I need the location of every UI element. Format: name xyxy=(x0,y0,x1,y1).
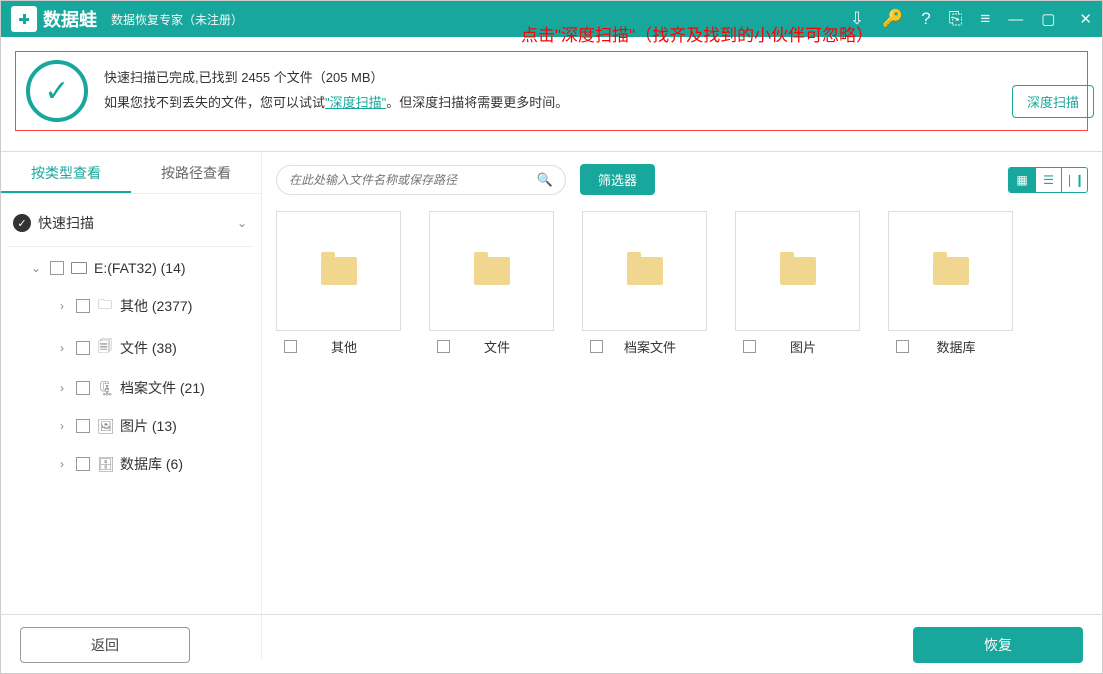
file-icon: 🗐 xyxy=(97,336,113,360)
chevron-down-icon[interactable]: ⌄ xyxy=(235,216,249,230)
tree-item-archives[interactable]: › 🗜 档案文件 (21) xyxy=(9,369,253,407)
recover-button[interactable]: 恢复 xyxy=(913,627,1083,663)
checkbox[interactable] xyxy=(50,261,64,275)
database-icon: 🗄 xyxy=(97,456,113,473)
tree-item-files[interactable]: › 🗐 文件 (38) xyxy=(9,327,253,369)
checkbox[interactable] xyxy=(590,340,603,353)
checkbox[interactable] xyxy=(76,299,90,313)
deep-scan-button[interactable]: 深度扫描 xyxy=(1012,85,1094,118)
tab-by-path[interactable]: 按路径查看 xyxy=(131,152,261,193)
close-icon[interactable]: ✕ xyxy=(1079,10,1092,28)
folder-thumbnail[interactable] xyxy=(735,211,860,331)
folder-grid: 其他 文件 档案文件 图片 数据库 xyxy=(276,211,1088,356)
chevron-right-icon[interactable]: › xyxy=(55,419,69,433)
file-tree: ✓ 快速扫描 ⌄ ⌄ E:(FAT32) (14) › 🗀 其他 (2377) … xyxy=(1,194,261,493)
folder-icon xyxy=(474,257,510,285)
tree-item-database[interactable]: › 🗄 数据库 (6) xyxy=(9,445,253,483)
search-box[interactable]: 🔍 xyxy=(276,165,566,195)
minimize-icon[interactable]: — xyxy=(1008,11,1023,28)
view-detail-icon[interactable]: ❘❙ xyxy=(1061,168,1087,192)
tree-quick-scan[interactable]: ✓ 快速扫描 ⌄ xyxy=(9,204,253,242)
folder-thumbnail[interactable] xyxy=(582,211,707,331)
help-icon[interactable]: ? xyxy=(921,9,930,29)
scan-summary-banner: ✓ 快速扫描已完成,已找到 2455 个文件（205 MB） 如果您找不到丢失的… xyxy=(15,51,1088,131)
folder-thumbnail[interactable] xyxy=(429,211,554,331)
titlebar-controls: ⇩ 🔑 ? ⎘ ≡ — ▢ ✕ xyxy=(850,9,1092,29)
toolbar: 🔍 筛选器 ▦ ☰ ❘❙ xyxy=(276,164,1088,195)
folder-icon xyxy=(627,257,663,285)
chevron-right-icon[interactable]: › xyxy=(55,381,69,395)
checkmark-icon: ✓ xyxy=(26,60,88,122)
chevron-right-icon[interactable]: › xyxy=(55,299,69,313)
checkbox[interactable] xyxy=(76,419,90,433)
folder-icon xyxy=(321,257,357,285)
scan-line1: 快速扫描已完成,已找到 2455 个文件（205 MB） xyxy=(104,66,1077,91)
folder-card[interactable]: 文件 xyxy=(429,211,554,356)
scan-summary-text: 快速扫描已完成,已找到 2455 个文件（205 MB） 如果您找不到丢失的文件… xyxy=(104,66,1077,115)
main-panel: 🔍 筛选器 ▦ ☰ ❘❙ 其他 文件 档案文件 xyxy=(261,151,1102,659)
checkbox[interactable] xyxy=(76,457,90,471)
folder-icon xyxy=(933,257,969,285)
search-icon[interactable]: 🔍 xyxy=(537,172,553,188)
view-list-icon[interactable]: ☰ xyxy=(1035,168,1061,192)
tab-by-type[interactable]: 按类型查看 xyxy=(1,152,131,193)
checkbox[interactable] xyxy=(76,381,90,395)
folder-icon xyxy=(780,257,816,285)
menu-icon[interactable]: ≡ xyxy=(980,9,990,29)
folder-card[interactable]: 档案文件 xyxy=(582,211,707,356)
tree-drive[interactable]: ⌄ E:(FAT32) (14) xyxy=(9,251,253,285)
maximize-icon[interactable]: ▢ xyxy=(1041,10,1055,28)
logo-icon xyxy=(11,6,37,32)
sidebar: 按类型查看 按路径查看 ✓ 快速扫描 ⌄ ⌄ E:(FAT32) (14) › … xyxy=(1,151,261,659)
checkbox[interactable] xyxy=(76,341,90,355)
chevron-right-icon[interactable]: › xyxy=(55,341,69,355)
view-grid-icon[interactable]: ▦ xyxy=(1009,168,1035,192)
folder-card[interactable]: 图片 xyxy=(735,211,860,356)
checkbox[interactable] xyxy=(284,340,297,353)
save-icon[interactable]: ⎘ xyxy=(949,9,963,29)
folder-card[interactable]: 其他 xyxy=(276,211,401,356)
sidebar-tabs: 按类型查看 按路径查看 xyxy=(1,152,261,194)
checkbox[interactable] xyxy=(437,340,450,353)
checkbox[interactable] xyxy=(743,340,756,353)
search-input[interactable] xyxy=(289,173,537,187)
folder-thumbnail[interactable] xyxy=(276,211,401,331)
tree-item-other[interactable]: › 🗀 其他 (2377) xyxy=(9,285,253,327)
drive-icon xyxy=(71,262,87,274)
image-icon: 🖼 xyxy=(97,418,113,435)
content-area: 按类型查看 按路径查看 ✓ 快速扫描 ⌄ ⌄ E:(FAT32) (14) › … xyxy=(1,151,1102,659)
chevron-right-icon[interactable]: › xyxy=(55,457,69,471)
app-name: 数据蛙 xyxy=(43,6,97,32)
checkbox[interactable] xyxy=(896,340,909,353)
folder-thumbnail[interactable] xyxy=(888,211,1013,331)
app-subtitle: 数据恢复专家（未注册） xyxy=(111,11,243,28)
folder-card[interactable]: 数据库 xyxy=(888,211,1013,356)
chevron-down-icon[interactable]: ⌄ xyxy=(29,261,43,275)
footer: 返回 恢复 xyxy=(0,614,1103,674)
scan-line2: 如果您找不到丢失的文件，您可以试试"深度扫描"。但深度扫描将需要更多时间。 xyxy=(104,91,1077,116)
key-icon[interactable]: 🔑 xyxy=(882,9,903,29)
back-button[interactable]: 返回 xyxy=(20,627,190,663)
deep-scan-link[interactable]: "深度扫描" xyxy=(325,95,386,110)
archive-icon: 🗜 xyxy=(97,380,113,397)
filter-button[interactable]: 筛选器 xyxy=(580,164,655,195)
app-logo: 数据蛙 xyxy=(11,6,97,32)
check-badge-icon: ✓ xyxy=(13,214,31,232)
tree-item-images[interactable]: › 🖼 图片 (13) xyxy=(9,407,253,445)
folder-icon: 🗀 xyxy=(97,294,113,318)
view-toggle: ▦ ☰ ❘❙ xyxy=(1008,167,1088,193)
annotation-text: 点击"深度扫描"（找齐及找到的小伙伴可忽略） xyxy=(521,21,873,46)
